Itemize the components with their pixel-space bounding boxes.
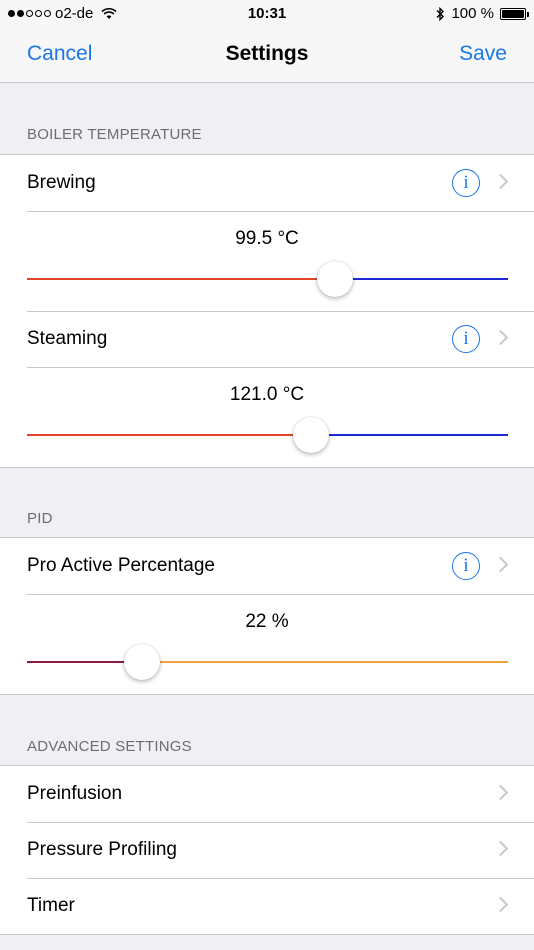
chevron-right-icon	[492, 784, 509, 801]
pressure-profiling-row[interactable]: Pressure Profiling	[0, 822, 534, 878]
slider-track-min	[27, 434, 311, 436]
timer-row[interactable]: Timer	[0, 878, 534, 934]
timer-label: Timer	[27, 895, 75, 916]
status-bar-right: 100 %	[435, 5, 529, 22]
preinfusion-label: Preinfusion	[27, 783, 123, 804]
steaming-label: Steaming	[27, 328, 108, 349]
advanced-settings-group: Preinfusion Pressure Profiling Timer	[0, 765, 534, 935]
save-button[interactable]: Save	[459, 42, 507, 66]
chevron-right-icon	[492, 173, 509, 190]
slider-track-min	[27, 278, 335, 280]
brewing-label: Brewing	[27, 172, 96, 193]
steaming-row[interactable]: Steaming i	[0, 311, 534, 367]
battery-percentage: 100 %	[451, 5, 494, 22]
slider-track-max	[334, 278, 508, 280]
boiler-temperature-group: Brewing i 99.5 °C Steaming i 121.0 °C	[0, 154, 534, 468]
brewing-row[interactable]: Brewing i	[0, 155, 534, 211]
bluetooth-icon	[436, 6, 445, 21]
section-header-advanced: ADVANCED SETTINGS	[27, 738, 192, 755]
chevron-right-icon	[492, 840, 509, 857]
slider-track-max	[310, 434, 508, 436]
pro-active-slider[interactable]	[27, 661, 508, 663]
section-header-pid: PID	[27, 510, 53, 527]
pro-active-slider-row: 22 %	[0, 594, 534, 694]
slider-track-max	[142, 661, 508, 663]
pressure-profiling-label: Pressure Profiling	[27, 839, 177, 860]
steaming-temperature-value: 121.0 °C	[229, 384, 305, 405]
steaming-slider-row: 121.0 °C	[0, 367, 534, 467]
steaming-temperature-slider[interactable]	[27, 434, 508, 436]
pro-active-label: Pro Active Percentage	[27, 555, 215, 576]
chevron-right-icon	[492, 896, 509, 913]
pro-active-row[interactable]: Pro Active Percentage i	[0, 538, 534, 594]
brewing-temperature-value: 99.5 °C	[235, 228, 299, 249]
chevron-right-icon	[492, 329, 509, 346]
info-icon[interactable]: i	[452, 325, 480, 353]
pro-active-value: 22 %	[245, 611, 289, 632]
section-header-boiler: BOILER TEMPERATURE	[27, 126, 202, 143]
page-title: Settings	[225, 42, 309, 65]
steaming-slider-thumb[interactable]	[292, 417, 329, 453]
brewing-slider-row: 99.5 °C	[0, 211, 534, 311]
chevron-right-icon	[492, 556, 509, 573]
brewing-slider-thumb[interactable]	[316, 261, 353, 297]
info-icon[interactable]: i	[452, 552, 480, 580]
pro-active-slider-thumb[interactable]	[124, 644, 161, 680]
info-icon[interactable]: i	[452, 169, 480, 197]
battery-icon	[500, 7, 529, 20]
status-bar: o2-de 10:31 100 %	[0, 0, 534, 28]
pid-group: Pro Active Percentage i 22 %	[0, 537, 534, 695]
brewing-temperature-slider[interactable]	[27, 278, 508, 280]
navigation-bar: Cancel Settings Save	[0, 28, 534, 83]
preinfusion-row[interactable]: Preinfusion	[0, 766, 534, 822]
